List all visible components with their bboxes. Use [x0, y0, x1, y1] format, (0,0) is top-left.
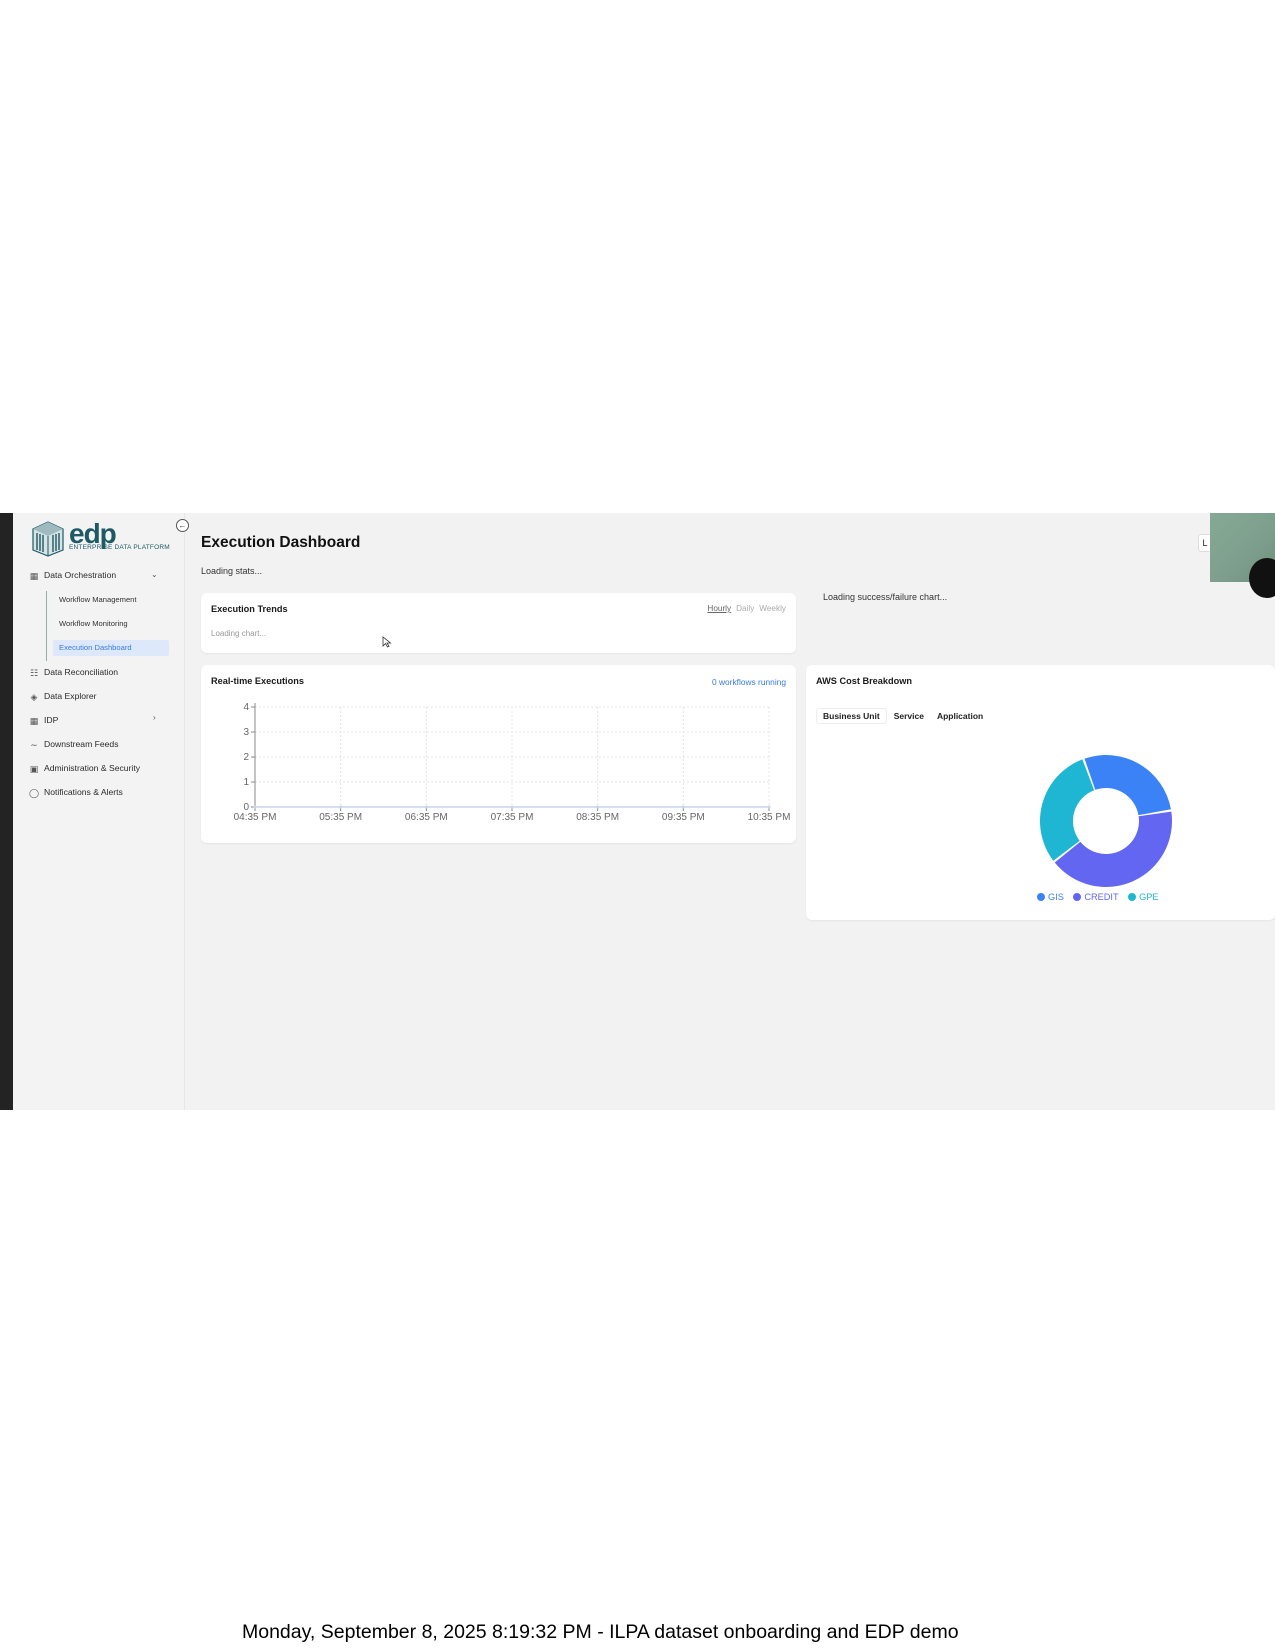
grid-icon: ▦	[29, 571, 39, 581]
nodes-icon: ☷	[29, 668, 39, 678]
sidebar-item-label: Notifications & Alerts	[44, 787, 123, 797]
mouse-cursor-icon	[382, 636, 392, 648]
cube-icon: ◈	[30, 692, 38, 702]
sidebar-item-idp[interactable]: ▦ IDP	[29, 713, 59, 727]
tab-application[interactable]: Application	[931, 709, 989, 723]
tab-business-unit[interactable]: Business Unit	[816, 708, 887, 724]
legend-swatch	[1037, 892, 1045, 901]
loading-chart-text: Loading chart...	[211, 629, 267, 638]
sidebar-subitem-workflow-monitoring[interactable]: Workflow Monitoring	[53, 616, 169, 632]
chart-legend: GIS CREDIT GPE	[1037, 892, 1166, 902]
aws-cost-card: AWS Cost Breakdown Business Unit Service A…	[806, 665, 1275, 920]
x-tick-label: 04:35 PM	[234, 812, 277, 823]
app-screenshot: edp ENTERPRISE DATA PLATFORM ← ▦ Data Orc…	[0, 513, 1275, 1110]
trend-range-tabs: Hourly Daily Weekly	[702, 604, 786, 613]
calendar-icon: ▣	[29, 764, 39, 774]
sidebar-item-data-reconciliation[interactable]: ☷ Data Reconciliation	[29, 665, 118, 679]
sidebar-item-label: Data Reconciliation	[44, 667, 119, 677]
sidebar-item-downstream-feeds[interactable]: ∼ Downstream Feeds	[29, 737, 119, 751]
chevron-down-icon[interactable]: ⌄	[151, 570, 158, 579]
execution-trends-card: Execution Trends Hourly Daily Weekly Loadi…	[201, 593, 796, 653]
sidebar-item-data-explorer[interactable]: ◈ Data Explorer	[29, 689, 97, 703]
data-point	[767, 805, 771, 809]
legend-label: GIS	[1048, 892, 1064, 902]
sidebar-item-label: Downstream Feeds	[44, 739, 119, 749]
loading-success-failure-text: Loading success/failure chart...	[823, 592, 948, 602]
donut-slice-gis[interactable]	[1084, 754, 1171, 816]
sidebar-item-label: IDP	[44, 715, 59, 725]
page-title: Execution Dashboard	[201, 534, 361, 551]
legend-label: GPE	[1139, 892, 1159, 902]
y-tick-label: 2	[243, 752, 249, 763]
aws-cost-title: AWS Cost Breakdown	[816, 676, 912, 686]
x-tick-label: 06:35 PM	[405, 812, 448, 823]
webcam-overlay	[1210, 513, 1275, 598]
legend-item-gpe[interactable]: GPE	[1128, 892, 1159, 902]
sidebar-item-notifications-alerts[interactable]: ◯ Notifications & Alerts	[29, 785, 123, 799]
sidebar-item-data-orchestration[interactable]: ▦ Data Orchestration	[29, 568, 116, 582]
sidebar: edp ENTERPRISE DATA PLATFORM ← ▦ Data Orc…	[13, 513, 189, 1110]
legend-swatch	[1073, 892, 1082, 901]
sidebar-item-label: Data Orchestration	[44, 570, 117, 580]
y-tick-label: 4	[243, 702, 249, 713]
chevron-right-icon[interactable]: ›	[153, 713, 156, 722]
y-tick-label: 1	[243, 777, 249, 788]
tab-hourly[interactable]: Hourly	[707, 604, 731, 613]
sidebar-subitem-workflow-management[interactable]: Workflow Management	[53, 592, 169, 608]
sidebar-item-administration-security[interactable]: ▣ Administration & Security	[29, 761, 140, 775]
edp-logo-icon	[32, 521, 64, 557]
legend-item-credit[interactable]: CREDIT	[1073, 892, 1119, 902]
legend-label: CREDIT	[1084, 892, 1119, 902]
loading-stats-text: Loading stats...	[201, 566, 263, 576]
main-content: Execution Dashboard Loading stats... Loa…	[186, 513, 1275, 1110]
tab-weekly[interactable]: Weekly	[759, 604, 786, 613]
x-tick-label: 09:35 PM	[662, 812, 705, 823]
x-tick-label: 08:35 PM	[576, 812, 619, 823]
execution-trends-title: Execution Trends	[211, 604, 288, 614]
grid-icon: ▦	[29, 716, 39, 726]
sidebar-subitem-execution-dashboard[interactable]: Execution Dashboard	[53, 640, 169, 656]
x-tick-label: 05:35 PM	[319, 812, 362, 823]
tab-service[interactable]: Service	[888, 709, 930, 723]
bell-icon: ◯	[29, 788, 40, 798]
y-tick-label: 3	[243, 727, 249, 738]
brand-tagline: ENTERPRISE DATA PLATFORM	[69, 544, 170, 551]
legend-swatch	[1128, 892, 1137, 901]
x-tick-label: 07:35 PM	[491, 812, 534, 823]
submenu-guide-line	[46, 591, 47, 661]
data-point	[681, 805, 685, 809]
meeting-caption: Monday, September 8, 2025 8:19:32 PM - I…	[242, 1621, 959, 1643]
data-point	[424, 805, 428, 809]
data-point	[339, 805, 343, 809]
aws-cost-donut-chart	[1039, 754, 1173, 888]
data-point	[253, 805, 257, 809]
trend-icon: ∼	[30, 740, 38, 750]
cost-dimension-tabs: Business Unit Service Application	[816, 708, 990, 724]
sidebar-item-label: Administration & Security	[44, 763, 140, 773]
sidebar-item-label: Data Explorer	[44, 691, 97, 701]
data-point	[510, 805, 514, 809]
legend-item-gis[interactable]: GIS	[1037, 892, 1064, 902]
x-tick-label: 10:35 PM	[748, 812, 791, 823]
tab-daily[interactable]: Daily	[736, 604, 754, 613]
donut-slice-gpe[interactable]	[1039, 759, 1095, 861]
window-edge	[0, 513, 13, 1110]
realtime-executions-chart: 0123404:35 PM 05:35 PM 06:35 PM 07:35 PM 08:…	[234, 702, 791, 823]
realtime-executions-card: Real-time Executions 0 workflows running…	[201, 665, 796, 843]
data-point	[596, 805, 600, 809]
